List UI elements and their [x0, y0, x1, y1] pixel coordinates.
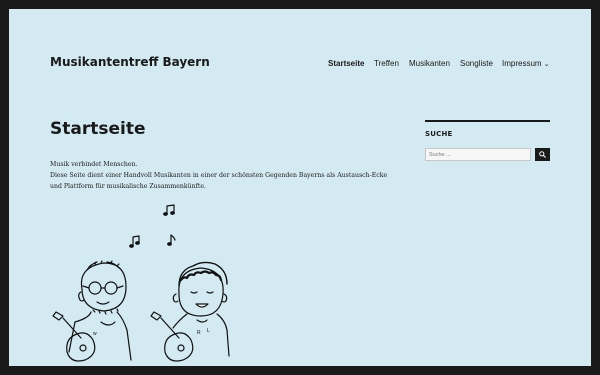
site-title[interactable]: Musikantentreff Bayern	[50, 55, 210, 69]
nav-item-startseite[interactable]: Startseite	[328, 59, 364, 68]
musicians-illustration: w R L	[52, 204, 230, 362]
svg-text:R: R	[197, 330, 201, 336]
music-note-icon	[163, 204, 175, 216]
chevron-down-icon[interactable]: ⌄	[544, 61, 550, 68]
content-line-3: und Plattform für musikalische Zusammenk…	[50, 183, 207, 190]
svg-text:w: w	[93, 331, 97, 337]
search-button[interactable]	[535, 148, 550, 161]
search-icon	[539, 151, 546, 158]
ukulele	[52, 311, 96, 362]
svg-text:L: L	[207, 328, 210, 334]
search-heading: SUCHE	[425, 130, 453, 138]
page-title: Startseite	[50, 119, 146, 139]
ukulele	[150, 311, 194, 362]
nav-item-musikanten[interactable]: Musikanten	[409, 59, 450, 68]
music-note-icon	[129, 235, 140, 248]
search-input[interactable]	[425, 148, 531, 161]
musician-with-glasses: w	[52, 260, 132, 362]
musician-curly-hair: R L	[150, 261, 230, 362]
music-note-icon	[167, 234, 176, 246]
nav-item-songliste[interactable]: Songliste	[460, 59, 493, 68]
sidebar-divider	[425, 120, 550, 122]
content-line-1: Musik verbindet Menschen.	[50, 161, 138, 168]
nav-item-impressum-label: Impressum	[502, 59, 542, 68]
nav-item-treffen[interactable]: Treffen	[374, 59, 399, 68]
page-frame: Musikantentreff Bayern Startseite Treffe…	[9, 9, 591, 366]
page-content: Musik verbindet Menschen. Diese Seite di…	[50, 159, 395, 192]
content-line-2: Diese Seite dient einer Handvoll Musikan…	[50, 172, 388, 179]
nav-item-impressum[interactable]: Impressum ⌄	[502, 59, 550, 68]
